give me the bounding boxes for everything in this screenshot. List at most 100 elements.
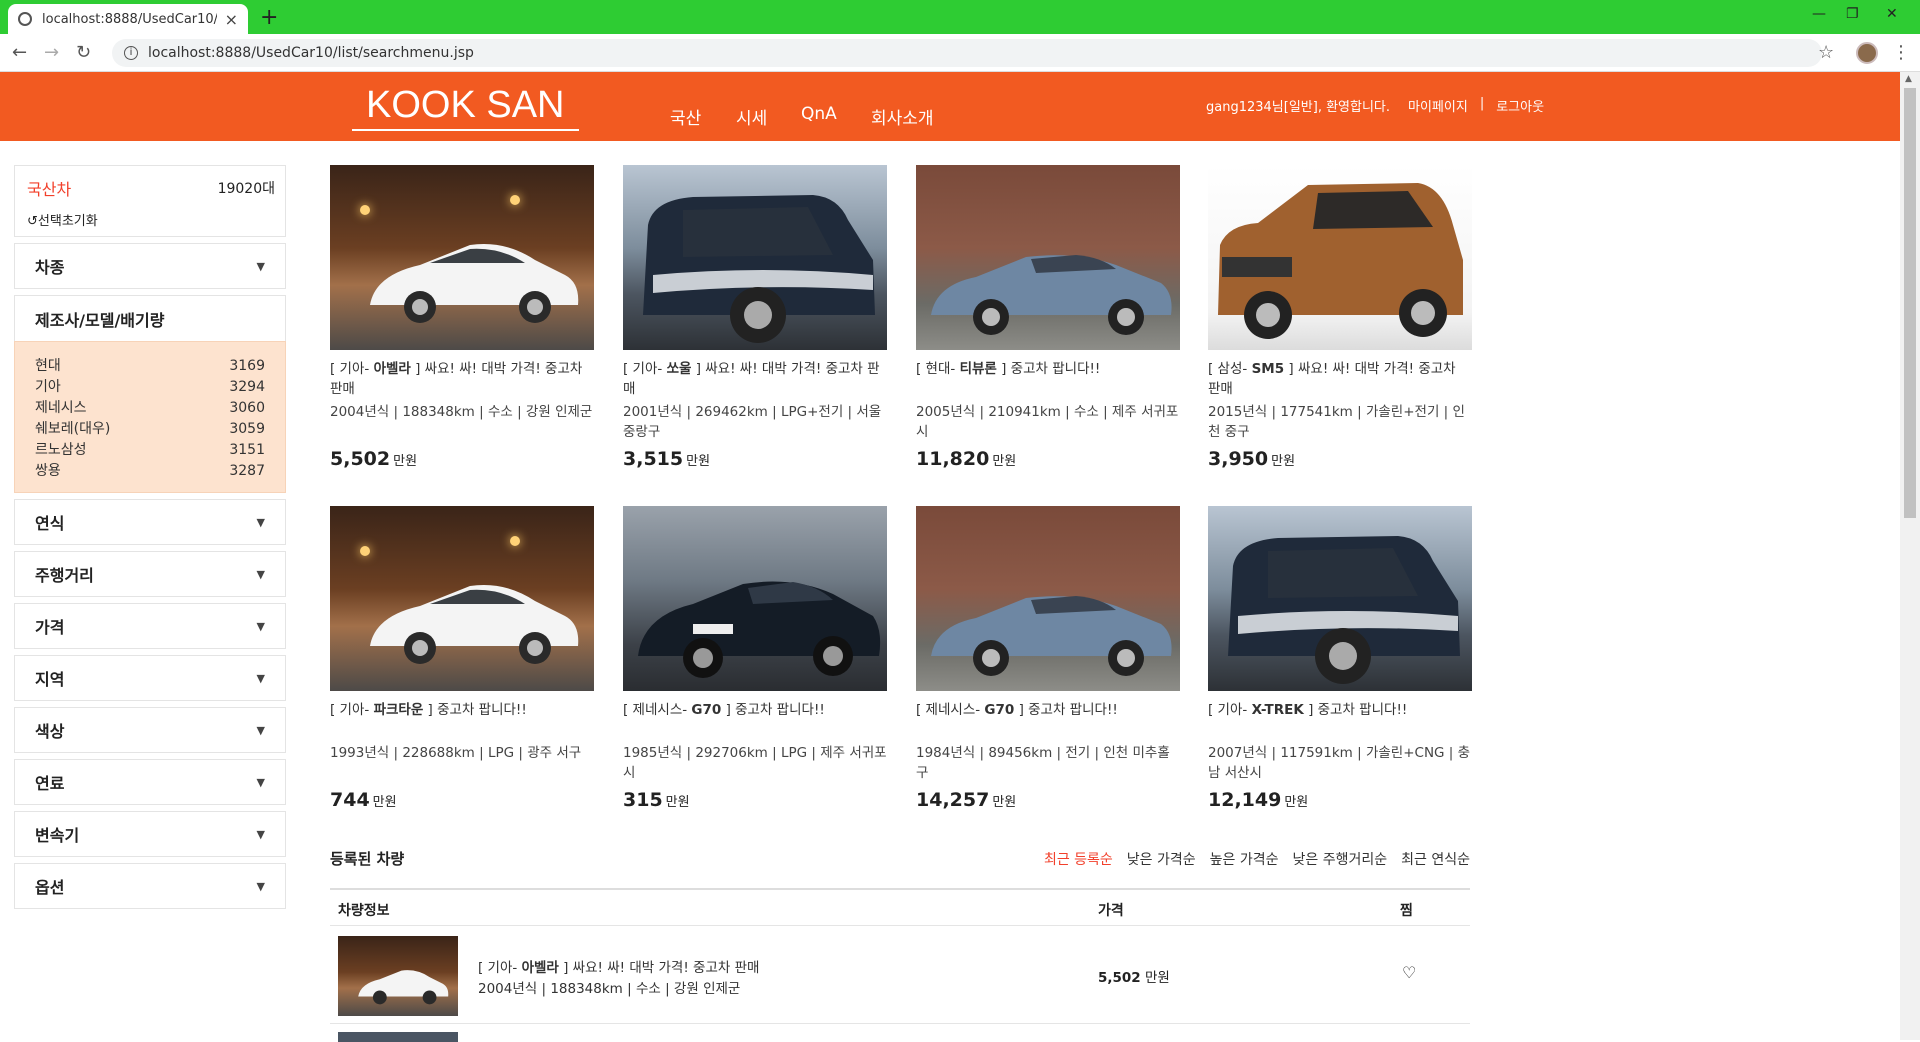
car-card[interactable]: [ 제네시스- G70 ] 중고차 팝니다!! 1985년식 | 292706k… bbox=[623, 506, 887, 811]
car-photo[interactable] bbox=[330, 506, 594, 691]
minimize-icon[interactable]: — bbox=[1812, 6, 1826, 22]
nav-domestic[interactable]: 국산 bbox=[670, 104, 701, 129]
maker-item[interactable]: 기아 3294 bbox=[35, 377, 265, 398]
car-photo[interactable] bbox=[1208, 506, 1472, 691]
address-bar[interactable]: i localhost:8888/UsedCar10/list/searchme… bbox=[112, 39, 1822, 67]
forward-icon[interactable]: → bbox=[44, 42, 59, 63]
new-tab-icon[interactable]: + bbox=[260, 5, 278, 30]
sort-low-price[interactable]: 낮은 가격순 bbox=[1127, 849, 1196, 869]
car-title[interactable]: [ 기아- 파크타운 ] 중고차 팝니다!! bbox=[330, 700, 594, 740]
car-card[interactable]: [ 제네시스- G70 ] 중고차 팝니다!! 1984년식 | 89456km… bbox=[916, 506, 1180, 811]
car-spec: 1984년식 | 89456km | 전기 | 인천 미추홀구 bbox=[916, 745, 1170, 781]
nav-price[interactable]: 시세 bbox=[736, 104, 767, 129]
sort-low-mileage[interactable]: 낮은 주행거리순 bbox=[1293, 849, 1388, 869]
filter-car-type[interactable]: 차종 ▼ bbox=[14, 243, 286, 289]
reload-icon[interactable]: ↻ bbox=[76, 42, 91, 63]
filter-color[interactable]: 색상 ▼ bbox=[14, 707, 286, 753]
maker-count: 3294 bbox=[229, 379, 265, 395]
filter-label: 지역 bbox=[35, 670, 65, 689]
scroll-up-icon[interactable]: ▲ bbox=[1905, 74, 1912, 84]
row-spec: 2004년식 | 188348km | 수소 | 강원 인제군 bbox=[478, 981, 741, 997]
car-photo[interactable] bbox=[623, 165, 887, 350]
filter-fuel[interactable]: 연료 ▼ bbox=[14, 759, 286, 805]
heart-icon[interactable]: ♡ bbox=[1402, 963, 1416, 982]
maker-item[interactable]: 르노삼성 3151 bbox=[35, 440, 265, 461]
table-row[interactable] bbox=[330, 1024, 1470, 1042]
filter-label: 연료 bbox=[35, 774, 65, 793]
filter-region[interactable]: 지역 ▼ bbox=[14, 655, 286, 701]
logout-link[interactable]: 로그아웃 bbox=[1496, 96, 1544, 115]
chevron-down-icon: ▼ bbox=[256, 879, 265, 893]
filter-transmission[interactable]: 변속기 ▼ bbox=[14, 811, 286, 857]
car-card[interactable]: [ 현대- 티뷰론 ] 중고차 팝니다!! 2005년식 | 210941km … bbox=[916, 165, 1180, 470]
maker-item[interactable]: 현대 3169 bbox=[35, 356, 265, 377]
car-title[interactable]: [ 기아- 아벨라 ] 싸요! 싸! 대박 가격! 중고차 판매 bbox=[330, 359, 594, 399]
car-title[interactable]: [ 현대- 티뷰론 ] 중고차 팝니다!! bbox=[916, 359, 1180, 399]
filter-label: 차종 bbox=[35, 258, 65, 277]
reset-selection[interactable]: ↺선택초기화 bbox=[27, 210, 273, 229]
sort-recent-registered[interactable]: 최근 등록순 bbox=[1044, 849, 1113, 869]
scroll-thumb[interactable] bbox=[1904, 88, 1916, 518]
car-photo[interactable] bbox=[623, 506, 887, 691]
chevron-down-icon: ▼ bbox=[256, 723, 265, 737]
filter-price[interactable]: 가격 ▼ bbox=[14, 603, 286, 649]
maker-count: 3059 bbox=[229, 421, 265, 437]
bookmark-star-icon[interactable]: ☆ bbox=[1818, 42, 1834, 63]
reset-label: 선택초기화 bbox=[37, 214, 98, 229]
nav-qna[interactable]: QnA bbox=[801, 104, 837, 124]
sort-options: 최근 등록순 낮은 가격순 높은 가격순 낮은 주행거리순 최근 연식순 bbox=[1044, 849, 1470, 869]
chevron-down-icon: ▼ bbox=[256, 671, 265, 685]
car-title[interactable]: [ 삼성- SM5 ] 싸요! 싸! 대박 가격! 중고차 판매 bbox=[1208, 359, 1472, 399]
menu-separator: | bbox=[1479, 96, 1485, 111]
back-icon[interactable]: ← bbox=[12, 42, 27, 63]
car-card[interactable]: [ 기아- 쏘울 ] 싸요! 싸! 대박 가격! 중고차 판매 2001년식 |… bbox=[623, 165, 887, 470]
list-title: 등록된 차량 bbox=[330, 850, 405, 868]
car-price: 3,950 만원 bbox=[1208, 448, 1296, 470]
car-card[interactable]: [ 삼성- SM5 ] 싸요! 싸! 대박 가격! 중고차 판매 2015년식 … bbox=[1208, 165, 1472, 470]
restore-icon[interactable]: ❐ bbox=[1846, 6, 1859, 22]
car-photo[interactable] bbox=[1208, 165, 1472, 350]
site-logo[interactable]: KOOK SAN bbox=[352, 84, 579, 131]
chevron-down-icon: ▼ bbox=[256, 515, 265, 529]
info-icon[interactable]: i bbox=[124, 46, 138, 60]
sort-recent-year[interactable]: 최근 연식순 bbox=[1401, 849, 1470, 869]
car-card[interactable]: [ 기아- 아벨라 ] 싸요! 싸! 대박 가격! 중고차 판매 2004년식 … bbox=[330, 165, 594, 470]
row-car-photo[interactable] bbox=[338, 1032, 458, 1042]
maker-item[interactable]: 쉐보레(대우) 3059 bbox=[35, 419, 265, 440]
car-card[interactable]: [ 기아- 파크타운 ] 중고차 팝니다!! 1993년식 | 228688km… bbox=[330, 506, 594, 811]
filter-label: 제조사/모델/배기량 bbox=[35, 310, 165, 330]
filter-options[interactable]: 옵션 ▼ bbox=[14, 863, 286, 909]
car-title[interactable]: [ 기아- 쏘울 ] 싸요! 싸! 대박 가격! 중고차 판매 bbox=[623, 359, 887, 399]
filter-mileage[interactable]: 주행거리 ▼ bbox=[14, 551, 286, 597]
car-title[interactable]: [ 제네시스- G70 ] 중고차 팝니다!! bbox=[623, 700, 887, 740]
mypage-link[interactable]: 마이페이지 bbox=[1408, 96, 1468, 115]
row-car-photo[interactable] bbox=[338, 936, 458, 1016]
car-title[interactable]: [ 제네시스- G70 ] 중고차 팝니다!! bbox=[916, 700, 1180, 740]
car-card[interactable]: [ 기아- X-TREK ] 중고차 팝니다!! 2007년식 | 117591… bbox=[1208, 506, 1472, 811]
browser-tab[interactable]: localhost:8888/UsedCar10/list/searchmenu… bbox=[8, 4, 248, 34]
close-tab-icon[interactable]: × bbox=[225, 10, 238, 29]
table-row[interactable]: [ 기아- 아벨라 ] 싸요! 싸! 대박 가격! 중고차 판매 2004년식 … bbox=[330, 926, 1470, 1024]
filter-maker-header[interactable]: 제조사/모델/배기량 bbox=[14, 295, 286, 341]
page-scrollbar[interactable]: ▲ bbox=[1900, 72, 1920, 1040]
car-photo[interactable] bbox=[330, 165, 594, 350]
filter-label: 주행거리 bbox=[35, 566, 94, 585]
maker-count: 3287 bbox=[229, 463, 265, 479]
row-title[interactable]: [ 기아- 아벨라 ] 싸요! 싸! 대박 가격! 중고차 판매 bbox=[478, 956, 759, 976]
row-price: 5,502 만원 bbox=[1098, 970, 1170, 986]
profile-avatar[interactable] bbox=[1856, 42, 1878, 64]
car-photo[interactable] bbox=[916, 506, 1180, 691]
filter-year[interactable]: 연식 ▼ bbox=[14, 499, 286, 545]
chevron-down-icon: ▼ bbox=[256, 259, 265, 273]
menu-kebab-icon[interactable]: ⋮ bbox=[1892, 42, 1910, 63]
car-spec: 2001년식 | 269462km | LPG+전기 | 서울 중랑구 bbox=[623, 404, 882, 440]
col-favorite: 찜 bbox=[1400, 903, 1413, 919]
maker-name: 현대 bbox=[35, 358, 61, 374]
maker-item[interactable]: 쌍용 3287 bbox=[35, 461, 265, 482]
car-title[interactable]: [ 기아- X-TREK ] 중고차 팝니다!! bbox=[1208, 700, 1472, 740]
car-photo[interactable] bbox=[916, 165, 1180, 350]
sort-high-price[interactable]: 높은 가격순 bbox=[1210, 849, 1279, 869]
maker-item[interactable]: 제네시스 3060 bbox=[35, 398, 265, 419]
nav-company[interactable]: 회사소개 bbox=[871, 104, 934, 129]
close-window-icon[interactable]: ✕ bbox=[1886, 6, 1898, 22]
